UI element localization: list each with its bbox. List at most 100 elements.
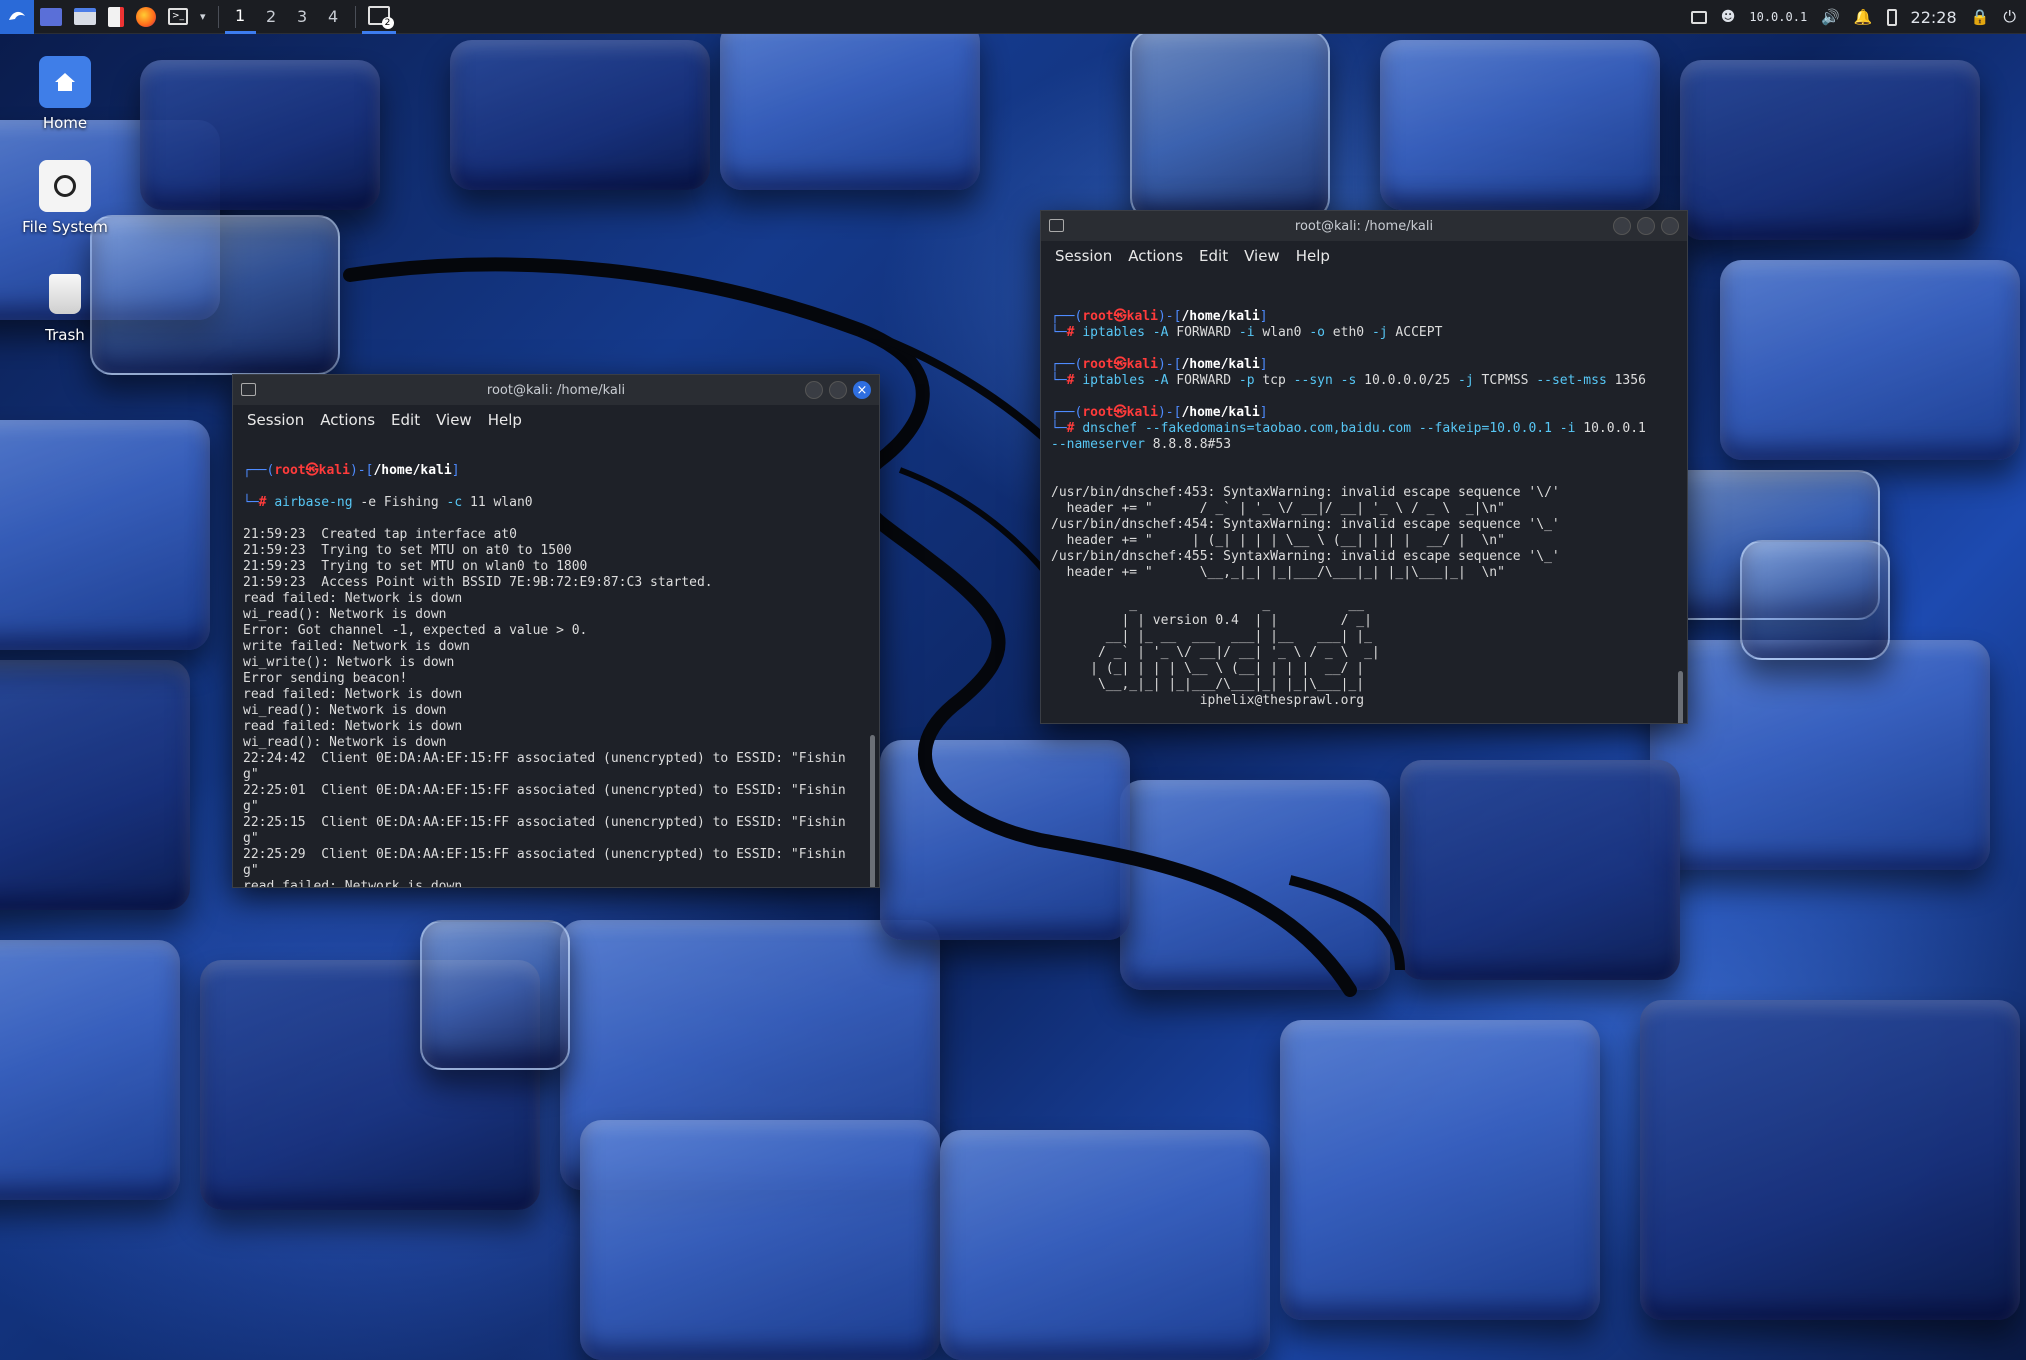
file-manager-icon[interactable] bbox=[68, 0, 102, 34]
workspace-2[interactable]: 2 bbox=[256, 0, 287, 34]
command-line: └─# iptables -A FORWARD -i wlan0 -o eth0… bbox=[1051, 325, 1443, 340]
window-title: root@kali: /home/kali bbox=[486, 382, 626, 398]
battery-icon[interactable] bbox=[1886, 8, 1897, 26]
desktop-icon-label: Home bbox=[42, 114, 88, 132]
kali-menu-icon[interactable] bbox=[0, 0, 34, 34]
drive-icon bbox=[39, 160, 91, 212]
output-line: write failed: Network is down bbox=[243, 639, 470, 654]
minimize-button[interactable] bbox=[805, 381, 823, 399]
window-titlebar[interactable]: root@kali: /home/kali bbox=[1041, 211, 1687, 241]
network-icon[interactable]: ☻ bbox=[1721, 9, 1736, 25]
output-line: g" bbox=[243, 831, 259, 846]
output-lines: 21:59:23 Created tap interface at0 21:59:… bbox=[243, 527, 869, 887]
terminal-icon[interactable]: >_ bbox=[162, 0, 194, 34]
menu-view[interactable]: View bbox=[436, 411, 472, 429]
output-line: wi_write(): Network is down bbox=[243, 655, 455, 670]
output-line: 22:25:15 Client 0E:DA:AA:EF:15:FF associ… bbox=[243, 815, 846, 830]
output-line: _ _ __ bbox=[1051, 597, 1365, 612]
output-line: __| |_ __ ___ ___| |__ ___| |_ bbox=[1051, 629, 1372, 644]
window-title: root@kali: /home/kali bbox=[1294, 218, 1434, 234]
output-line: read failed: Network is down bbox=[243, 719, 463, 734]
prompt-line: ┌──(root㉿kali)-[/home/kali] bbox=[1051, 357, 1268, 372]
terminal-output[interactable]: ┌──(root㉿kali)-[/home/kali] └─# iptables … bbox=[1041, 271, 1687, 723]
menu-session[interactable]: Session bbox=[1055, 247, 1112, 265]
text-editor-icon[interactable] bbox=[102, 0, 130, 34]
output-lines: /usr/bin/dnschef:453: SyntaxWarning: inv… bbox=[1051, 485, 1677, 723]
menu-help[interactable]: Help bbox=[488, 411, 522, 429]
menu-edit[interactable]: Edit bbox=[1199, 247, 1228, 265]
output-line: g" bbox=[243, 767, 259, 782]
top-panel: >_ ▾ 1 2 3 4 2 ☻ 10.0.0.1 🔊 🔔 22:28 🔒 ⏻ bbox=[0, 0, 2026, 34]
output-line: /usr/bin/dnschef:455: SyntaxWarning: inv… bbox=[1051, 549, 1560, 564]
clock[interactable]: 22:28 bbox=[1911, 8, 1957, 27]
workspace-3[interactable]: 3 bbox=[287, 0, 318, 34]
close-button[interactable]: × bbox=[853, 381, 871, 399]
scrollbar[interactable] bbox=[1678, 671, 1683, 723]
menu-edit[interactable]: Edit bbox=[391, 411, 420, 429]
output-line: \__,_|_| |_|___/\___|_| |_|\___|_| bbox=[1051, 677, 1365, 692]
output-line: /usr/bin/dnschef:453: SyntaxWarning: inv… bbox=[1051, 485, 1560, 500]
menu-actions[interactable]: Actions bbox=[1128, 247, 1183, 265]
home-folder-icon bbox=[39, 56, 91, 108]
output-line: 21:59:23 Trying to set MTU on at0 to 150… bbox=[243, 543, 572, 558]
output-line: header += " | (_| | | | \__ \ (__| | | |… bbox=[1051, 533, 1505, 548]
output-line: iphelix@thesprawl.org bbox=[1051, 693, 1365, 708]
output-line: wi_read(): Network is down bbox=[243, 607, 447, 622]
terminal-menubar: Session Actions Edit View Help bbox=[233, 405, 879, 435]
output-line: wi_read(): Network is down bbox=[243, 735, 447, 750]
minimize-button[interactable] bbox=[1613, 217, 1631, 235]
taskbar-terminal-group[interactable]: 2 bbox=[361, 0, 396, 34]
output-line: g" bbox=[243, 799, 259, 814]
display-icon[interactable] bbox=[1690, 10, 1707, 24]
ip-address: 10.0.0.1 bbox=[1749, 10, 1808, 24]
output-line: / _` | '_ \/ __|/ __| '_ \ / _ \ _| bbox=[1051, 645, 1380, 660]
menu-view[interactable]: View bbox=[1244, 247, 1280, 265]
output-line: read failed: Network is down bbox=[243, 879, 463, 887]
output-line: 22:25:01 Client 0E:DA:AA:EF:15:FF associ… bbox=[243, 783, 846, 798]
menu-session[interactable]: Session bbox=[247, 411, 304, 429]
output-line: read failed: Network is down bbox=[243, 591, 463, 606]
firefox-icon[interactable] bbox=[130, 0, 162, 34]
volume-icon[interactable]: 🔊 bbox=[1821, 8, 1840, 26]
output-line: | (_| | | | \__ \ (__| | | | __/ | bbox=[1051, 661, 1365, 676]
desktop-icon-home[interactable]: Home bbox=[10, 56, 120, 132]
menu-help[interactable]: Help bbox=[1296, 247, 1330, 265]
lock-screen-icon[interactable]: 🔒 bbox=[1971, 8, 1990, 26]
terminal-icon bbox=[1049, 219, 1064, 232]
close-button[interactable] bbox=[1661, 217, 1679, 235]
window-titlebar[interactable]: root@kali: /home/kali × bbox=[233, 375, 879, 405]
show-desktop-icon[interactable] bbox=[34, 0, 68, 34]
menu-actions[interactable]: Actions bbox=[320, 411, 375, 429]
workspace-1[interactable]: 1 bbox=[224, 0, 256, 34]
prompt-line: ┌──(root㉿kali)-[/home/kali] bbox=[243, 463, 460, 478]
output-line: wi_read(): Network is down bbox=[243, 703, 447, 718]
output-line: 22:25:29 Client 0E:DA:AA:EF:15:FF associ… bbox=[243, 847, 846, 862]
terminal-menubar: Session Actions Edit View Help bbox=[1041, 241, 1687, 271]
output-line: 21:59:23 Created tap interface at0 bbox=[243, 527, 517, 542]
terminal-window-dnschef[interactable]: root@kali: /home/kali Session Actions Ed… bbox=[1040, 210, 1688, 724]
desktop-icon-file-system[interactable]: File System bbox=[10, 160, 120, 236]
workspace-4[interactable]: 4 bbox=[318, 0, 349, 34]
scrollbar[interactable] bbox=[870, 735, 875, 887]
output-line: /usr/bin/dnschef:454: SyntaxWarning: inv… bbox=[1051, 517, 1560, 532]
terminal-icon bbox=[241, 383, 256, 396]
output-line: header += " / _` | '_ \/ __|/ __| '_ \ /… bbox=[1051, 501, 1505, 516]
terminal-output[interactable]: ┌──(root㉿kali)-[/home/kali] └─# airbase-… bbox=[233, 435, 879, 887]
maximize-button[interactable] bbox=[1637, 217, 1655, 235]
terminal-window-airbase[interactable]: root@kali: /home/kali × Session Actions … bbox=[232, 374, 880, 888]
command-line: └─# airbase-ng -e Fishing -c 11 wlan0 bbox=[243, 495, 533, 510]
desktop-icon-trash[interactable]: Trash bbox=[10, 268, 120, 344]
output-line: g" bbox=[243, 863, 259, 878]
output-line: 21:59:23 Trying to set MTU on wlan0 to 1… bbox=[243, 559, 588, 574]
trash-icon bbox=[39, 268, 91, 320]
desktop-icon-label: Trash bbox=[45, 326, 85, 344]
desktop-icon-label: File System bbox=[22, 218, 108, 236]
chevron-down-icon[interactable]: ▾ bbox=[194, 0, 212, 34]
power-icon[interactable]: ⏻ bbox=[2003, 7, 2016, 27]
maximize-button[interactable] bbox=[829, 381, 847, 399]
notification-bell-icon[interactable]: 🔔 bbox=[1854, 8, 1873, 26]
output-line: | | version 0.4 | | / _| bbox=[1051, 613, 1372, 628]
